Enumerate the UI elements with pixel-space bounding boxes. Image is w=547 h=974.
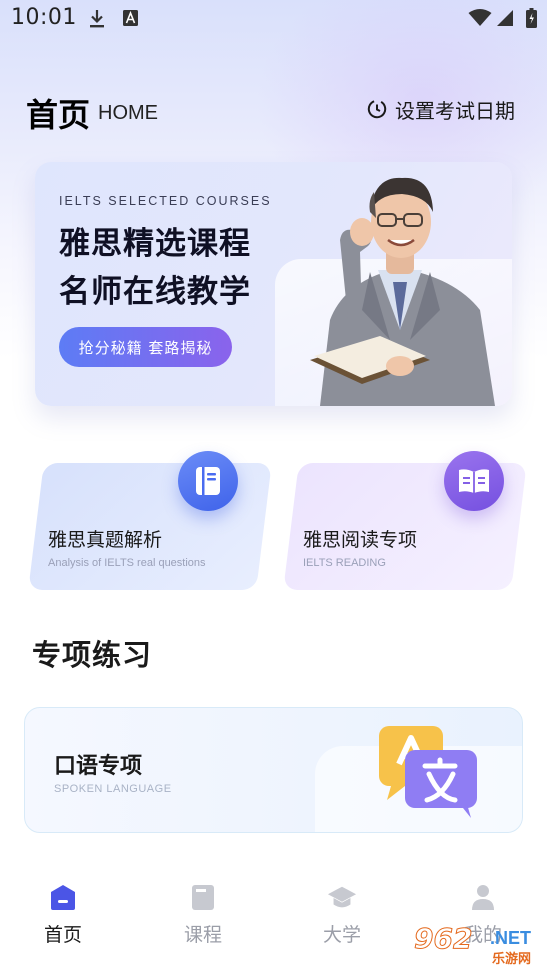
- watermark-suffix: .NET: [490, 928, 532, 948]
- teacher-photo: [310, 177, 495, 406]
- ielts-real-questions-card[interactable]: 雅思真题解析 Analysis of IELTS real questions: [28, 451, 272, 590]
- banner-headline-1: 雅思精选课程: [59, 226, 251, 262]
- nav-item-course[interactable]: 课程: [158, 882, 248, 952]
- watermark-number: 962: [413, 922, 473, 956]
- wifi-icon: [468, 9, 492, 26]
- notebook-icon: [178, 451, 238, 511]
- clock-icon: [367, 99, 387, 119]
- spoken-title: 口语专项: [54, 754, 143, 779]
- open-book-icon: [444, 451, 504, 511]
- nav-label: 课程: [183, 924, 222, 946]
- exam-date-label: 设置考试日期: [395, 98, 515, 123]
- page-title: 首页: [26, 96, 91, 134]
- banner-english-text: IELTS SELECTED COURSES: [59, 194, 272, 208]
- banner-cta-button[interactable]: 抢分秘籍 套路揭秘: [59, 327, 232, 367]
- ielts-reading-card[interactable]: 雅思阅读专项 IELTS READING: [283, 451, 527, 590]
- category-title: 雅思真题解析: [48, 529, 163, 551]
- spoken-subtitle: SPOKEN LANGUAGE: [54, 783, 172, 795]
- category-title: 雅思阅读专项: [303, 529, 418, 551]
- category-subtitle: IELTS READING: [303, 557, 386, 569]
- section-title: 专项练习: [32, 638, 153, 672]
- book-icon: [188, 882, 218, 912]
- page-subtitle: HOME: [98, 102, 158, 124]
- site-watermark: 962 .NET 乐游网: [410, 922, 545, 972]
- download-icon: [90, 10, 104, 28]
- home-icon: [48, 882, 78, 912]
- nav-label: 大学: [322, 924, 361, 946]
- signal-icon: [497, 10, 513, 26]
- watermark-cn: 乐游网: [492, 952, 532, 967]
- graduation-cap-icon: [327, 882, 357, 912]
- spoken-language-card[interactable]: 口语专项 SPOKEN LANGUAGE: [24, 707, 523, 833]
- chat-bubbles-icon: [379, 726, 477, 818]
- person-icon: [468, 882, 498, 912]
- a-badge-icon: [123, 10, 138, 26]
- battery-icon: [526, 8, 537, 28]
- set-exam-date-button[interactable]: 设置考试日期: [366, 95, 515, 123]
- nav-item-home[interactable]: 首页: [18, 882, 108, 952]
- course-banner[interactable]: IELTS SELECTED COURSES 雅思精选课程 名师在线教学 抢分秘…: [35, 162, 512, 406]
- status-bar: 10:01: [0, 0, 547, 38]
- nav-item-university[interactable]: 大学: [297, 882, 387, 952]
- banner-headline-2: 名师在线教学: [59, 274, 251, 310]
- nav-label: 首页: [43, 924, 82, 946]
- status-time: 10:01: [11, 5, 77, 30]
- category-subtitle: Analysis of IELTS real questions: [48, 557, 206, 569]
